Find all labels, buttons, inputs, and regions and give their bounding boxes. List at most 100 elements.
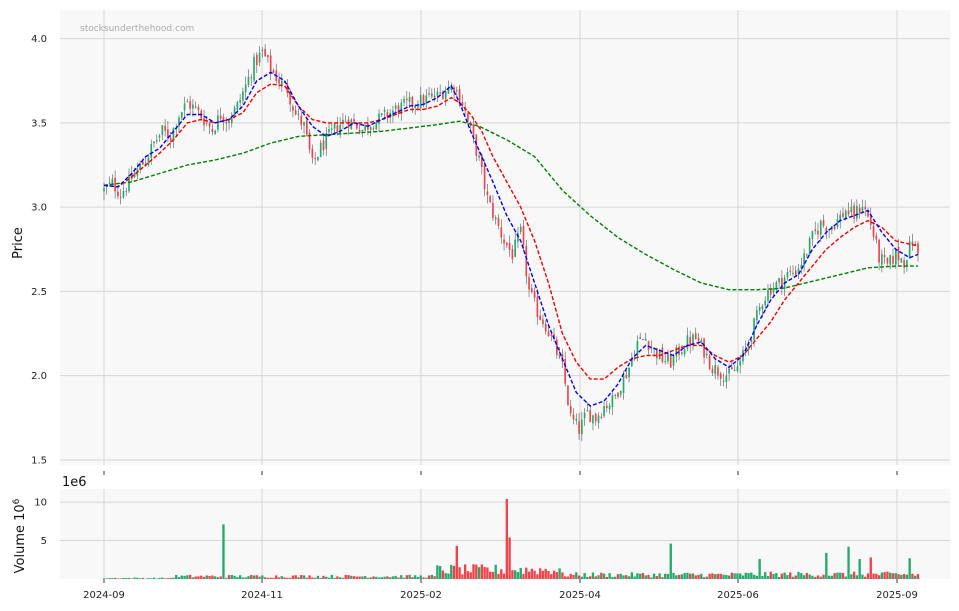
candle-body: [280, 80, 283, 85]
candle-body: [528, 276, 530, 290]
candle-body: [792, 272, 794, 274]
volume-bar: [558, 568, 561, 579]
volume-bar: [891, 573, 895, 579]
volume-bar: [677, 574, 681, 579]
candle-body: [428, 93, 430, 95]
volume-bar: [880, 572, 884, 579]
candle-body: [372, 128, 375, 130]
candle-body: [492, 202, 494, 218]
volume-bar: [108, 578, 111, 579]
candle-body: [625, 374, 628, 378]
volume-bar: [497, 573, 500, 579]
candle-body: [711, 368, 714, 374]
volume-bar: [372, 576, 375, 579]
candle-body: [536, 296, 539, 318]
candle-body: [225, 122, 228, 124]
candle-body: [525, 245, 528, 277]
volume-bar: [136, 577, 139, 579]
volume-bar: [302, 575, 306, 579]
volume-bar: [694, 575, 697, 579]
candle-body: [511, 249, 514, 260]
volume-bar: [866, 573, 870, 579]
volume-bar: [908, 558, 911, 579]
candle-body: [192, 104, 194, 109]
volume-bar: [494, 564, 497, 579]
candle-body: [322, 140, 325, 151]
candle-body: [211, 129, 214, 133]
candle-body: [669, 354, 672, 368]
candle-body: [208, 122, 211, 127]
volume-bar: [375, 576, 378, 579]
candle-body: [333, 123, 336, 129]
candle-body: [714, 365, 717, 375]
volume-bar: [283, 577, 286, 579]
candle-body: [875, 235, 878, 240]
candle-body: [544, 323, 547, 332]
candle-body: [706, 353, 708, 356]
candle-body: [330, 128, 333, 130]
candle-body: [600, 416, 603, 418]
volume-bar: [152, 577, 156, 579]
volume-bar: [544, 568, 547, 579]
volume-bar: [438, 566, 442, 579]
candle-body: [408, 96, 411, 102]
volume-bar: [427, 575, 431, 579]
candle-body: [628, 367, 630, 378]
x-tick-label: 2025-02: [400, 590, 442, 601]
candle-body: [567, 385, 569, 405]
candle-body: [383, 109, 386, 112]
volume-bar: [247, 576, 250, 579]
volume-y-tick-label: 10: [34, 498, 47, 509]
volume-bar: [783, 572, 786, 579]
volume-bar: [469, 572, 472, 579]
candle-body: [369, 127, 372, 130]
candle-body: [397, 105, 400, 114]
candle-body: [886, 257, 889, 264]
volume-bar: [527, 571, 531, 579]
candle-body: [575, 418, 578, 421]
volume-bar: [188, 574, 192, 579]
volume-bar: [225, 577, 228, 579]
candle-body: [569, 405, 572, 414]
volume-bar: [841, 572, 845, 579]
volume-bar: [669, 543, 672, 579]
volume-bar: [366, 577, 370, 579]
volume-bar: [250, 574, 253, 579]
volume-bar: [377, 577, 381, 579]
volume-bar: [822, 574, 825, 579]
candle-body: [205, 122, 208, 124]
volume-bar: [252, 575, 256, 579]
volume-bar: [591, 572, 595, 579]
volume-bar: [125, 578, 128, 579]
volume-bar: [488, 571, 492, 579]
y-tick-label: 2.5: [31, 287, 47, 298]
volume-bar: [555, 572, 559, 579]
candle-body: [850, 206, 853, 213]
candle-body: [722, 380, 725, 382]
candle-body: [486, 191, 489, 196]
candle-body: [489, 196, 491, 203]
volume-bar: [858, 559, 861, 579]
volume-bar: [222, 524, 225, 579]
volume-bar: [766, 576, 770, 579]
candle-body: [189, 101, 191, 109]
candle-body: [467, 113, 469, 121]
volume-bar: [352, 576, 356, 579]
volume-bar: [286, 577, 289, 579]
candle-body: [883, 255, 886, 258]
candle-body: [764, 300, 767, 306]
candle-body: [539, 315, 542, 320]
volume-bar: [600, 572, 603, 579]
candle-body: [103, 187, 105, 192]
volume-bar: [269, 577, 272, 579]
volume-bar: [847, 546, 850, 579]
volume-y-tick-label: 5: [41, 536, 47, 547]
candle-body: [153, 141, 155, 144]
volume-bar: [780, 573, 784, 579]
candle-body: [328, 129, 330, 133]
volume-bar: [386, 576, 389, 579]
volume-bar: [666, 573, 670, 579]
candle-body: [794, 270, 797, 276]
candle-body: [117, 191, 119, 197]
volume-bar: [300, 575, 303, 579]
